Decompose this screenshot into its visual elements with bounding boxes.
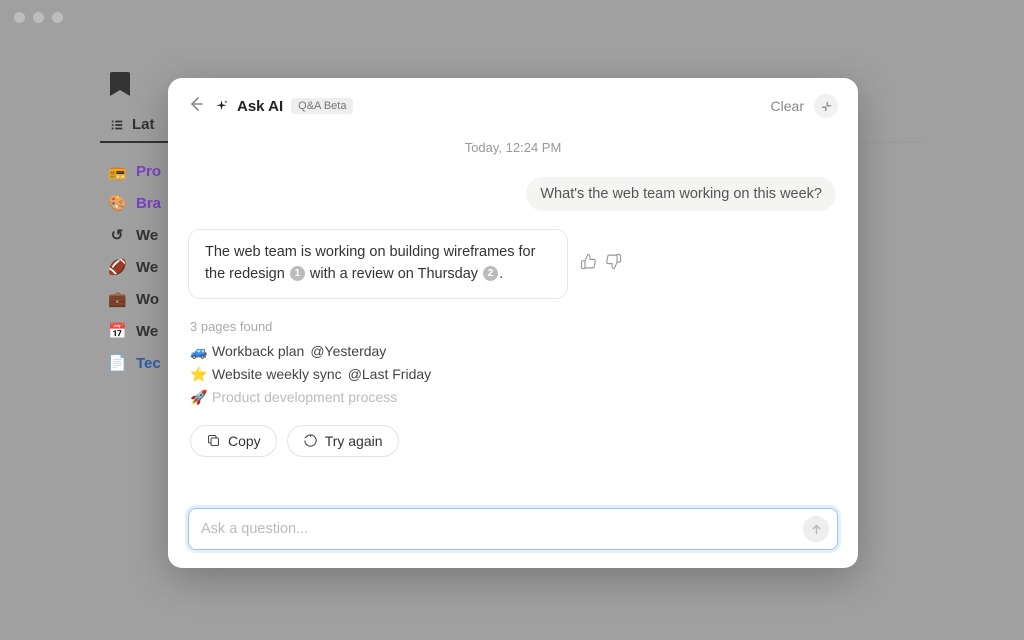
chat-body: Today, 12:24 PM What's the web team work… — [188, 118, 838, 494]
citation-badge[interactable]: 1 — [290, 266, 305, 281]
traffic-light-close[interactable] — [14, 12, 25, 23]
user-message-bubble: What's the web team working on this week… — [526, 177, 836, 211]
modal-title-group: Ask AI Q&A Beta — [214, 98, 353, 115]
send-button[interactable] — [803, 516, 829, 542]
copy-button[interactable]: Copy — [190, 425, 277, 457]
copy-icon — [206, 433, 221, 448]
modal-header: Ask AI Q&A Beta Clear — [188, 94, 838, 118]
ask-input[interactable] — [201, 521, 803, 537]
sources-header: 3 pages found — [190, 319, 838, 334]
thumbs-up-button[interactable] — [580, 253, 597, 275]
source-title: Workback plan — [212, 343, 304, 359]
item-label: Wo — [136, 291, 159, 308]
app-window: Lat 📻 Pro 🎨 Bra ↺ We 🏈 We 💼 Wo 📅 We 📄 Tec Ask AI Q&A … — [0, 0, 1024, 640]
item-icon: 📄 — [108, 354, 126, 372]
sources-section: 3 pages found 🚙 Workback plan @Yesterday ⭐… — [188, 319, 838, 409]
source-icon: 🚙 — [190, 343, 206, 360]
action-row: Copy Try again — [188, 425, 838, 457]
try-again-label: Try again — [325, 433, 383, 449]
item-icon: 🏈 — [108, 258, 126, 276]
try-again-button[interactable]: Try again — [287, 425, 399, 457]
tab-label: Lat — [132, 116, 155, 133]
item-label: We — [136, 259, 158, 276]
feedback-buttons — [580, 253, 622, 275]
sparkle-icon — [214, 99, 229, 114]
beta-badge: Q&A Beta — [291, 98, 353, 114]
source-title: Website weekly sync — [212, 366, 342, 382]
item-icon: ↺ — [108, 226, 126, 244]
ai-response-row: The web team is working on building wire… — [188, 229, 838, 299]
input-row — [188, 508, 838, 550]
item-label: Tec — [136, 355, 161, 372]
retry-icon — [303, 433, 318, 448]
source-icon: 🚀 — [190, 389, 206, 406]
thumbs-down-button[interactable] — [605, 253, 622, 275]
item-label: We — [136, 323, 158, 340]
collapse-button[interactable] — [814, 94, 838, 118]
source-suffix: @Yesterday — [310, 343, 386, 359]
citation-badge[interactable]: 2 — [483, 266, 498, 281]
ai-response-bubble: The web team is working on building wire… — [188, 229, 568, 299]
clear-button[interactable]: Clear — [771, 98, 804, 114]
item-icon: 💼 — [108, 290, 126, 308]
user-message-row: What's the web team working on this week… — [188, 177, 838, 211]
item-label: Pro — [136, 163, 161, 180]
item-label: We — [136, 227, 158, 244]
source-suffix: @Last Friday — [348, 366, 431, 382]
item-icon: 🎨 — [108, 194, 126, 212]
back-button[interactable] — [188, 96, 204, 117]
source-icon: ⭐ — [190, 366, 206, 383]
timestamp: Today, 12:24 PM — [188, 140, 838, 155]
item-icon: 📅 — [108, 322, 126, 340]
source-item[interactable]: ⭐ Website weekly sync @Last Friday — [190, 363, 838, 386]
copy-label: Copy — [228, 433, 261, 449]
source-item[interactable]: 🚙 Workback plan @Yesterday — [190, 340, 838, 363]
traffic-light-minimize[interactable] — [33, 12, 44, 23]
ask-input-container[interactable] — [188, 508, 838, 550]
item-label: Bra — [136, 195, 161, 212]
tab-latest[interactable]: Lat — [100, 102, 170, 143]
list-icon — [110, 118, 124, 132]
item-icon: 📻 — [108, 162, 126, 180]
source-item[interactable]: 🚀 Product development process — [190, 386, 838, 409]
modal-title: Ask AI — [237, 98, 283, 115]
source-title: Product development process — [212, 389, 397, 405]
window-traffic-lights — [14, 12, 63, 23]
traffic-light-zoom[interactable] — [52, 12, 63, 23]
ask-ai-modal: Ask AI Q&A Beta Clear Today, 12:24 PM Wh… — [168, 78, 858, 568]
